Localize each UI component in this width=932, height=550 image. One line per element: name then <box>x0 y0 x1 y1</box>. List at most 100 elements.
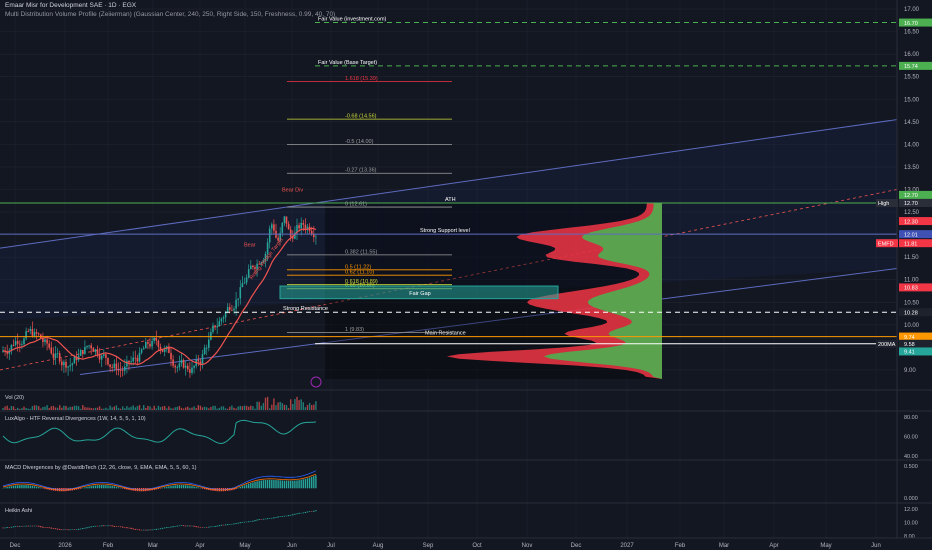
fib-label: -0.5 (14.00) <box>345 139 374 145</box>
ha-candle <box>67 529 69 531</box>
ha-candle <box>243 521 246 523</box>
volume-bar <box>54 407 57 410</box>
candle-body <box>273 224 275 231</box>
candle-body <box>306 226 309 229</box>
time-tick: Feb <box>675 543 686 549</box>
candle-body <box>216 326 218 328</box>
price-badge-prefix-text: High <box>878 201 889 207</box>
macd-bar <box>182 485 185 489</box>
volume-bar <box>197 405 199 410</box>
ha-candle <box>245 521 248 523</box>
volume-bar <box>266 396 269 410</box>
ha-candle <box>113 525 115 527</box>
candle-body <box>61 361 63 366</box>
candle-body <box>287 223 290 230</box>
volume-bar <box>50 406 52 410</box>
chart-canvas[interactable]: Fair Value (investment.com)Fair Value (B… <box>0 0 932 550</box>
macd-bar <box>109 485 111 489</box>
macd-bar <box>311 476 313 489</box>
candle-body <box>96 349 99 355</box>
volume-bar <box>80 408 82 410</box>
volume-bar <box>59 405 61 410</box>
ha-candle <box>306 511 309 513</box>
price-tick: 15.00 <box>904 97 920 103</box>
candle-body <box>285 216 288 224</box>
volume-bar <box>296 396 298 410</box>
candle-body <box>237 298 239 300</box>
candle-body <box>203 347 206 355</box>
volume-bar <box>308 403 311 410</box>
ha-candle <box>117 526 120 527</box>
volume-bar <box>56 407 59 410</box>
candle-body <box>180 360 183 364</box>
volume-bar <box>52 405 55 410</box>
volume-bar <box>145 407 147 410</box>
volume-bar <box>149 406 151 410</box>
candle-body <box>304 224 307 229</box>
candle-body <box>176 367 179 369</box>
volume-bar <box>12 406 15 410</box>
ha-candle <box>155 528 157 530</box>
macd-bar <box>243 485 246 489</box>
time-tick: Aug <box>373 543 384 549</box>
candle-body <box>21 344 23 345</box>
ha-candle <box>262 518 265 520</box>
macd-bar <box>38 487 40 489</box>
volume-bar <box>229 406 231 410</box>
volume-bar <box>311 405 313 410</box>
ha-candle <box>189 525 191 527</box>
price-badge-text: 16.70 <box>904 21 918 27</box>
candle-body <box>128 360 130 363</box>
volume-bar <box>214 405 216 410</box>
price-badge-text: 10.83 <box>904 286 918 292</box>
candle-body <box>56 353 59 355</box>
macd-bar <box>6 487 8 489</box>
bear-div-label: Bear Div <box>282 188 303 194</box>
volume-bar <box>281 403 283 410</box>
volume-bar <box>315 401 317 410</box>
ha-candle <box>17 526 19 527</box>
macd-bar <box>101 485 103 489</box>
volume-bar <box>155 408 157 410</box>
candle-body <box>142 348 145 350</box>
volume-bar <box>180 407 183 410</box>
candle-body <box>140 349 143 353</box>
ha-candle <box>27 525 29 527</box>
macd-bar <box>239 486 241 489</box>
volume-bar <box>113 406 115 410</box>
macd-bar <box>111 485 113 489</box>
ha-candle <box>130 527 132 529</box>
volume-bar <box>224 408 227 410</box>
candle-body <box>14 341 17 346</box>
price-tick: 11.00 <box>904 278 919 284</box>
volume-bar <box>256 401 258 410</box>
ha-candle <box>14 526 17 527</box>
volume-bar <box>147 405 149 410</box>
candle-body <box>109 364 111 368</box>
ha-candle <box>304 511 307 514</box>
ha-candle <box>77 528 80 530</box>
volume-bar <box>218 407 220 410</box>
volume-bar <box>285 405 288 410</box>
macd-bar <box>166 486 168 489</box>
price-tick: 13.50 <box>904 165 920 171</box>
volume-bar <box>4 406 6 410</box>
time-tick: 2027 <box>620 543 634 549</box>
time-tick: Apr <box>769 543 778 549</box>
volume-bar <box>67 407 69 410</box>
ha-candle <box>2 527 4 529</box>
ha-candle <box>241 521 244 523</box>
macd-bar <box>164 487 166 489</box>
volume-bar <box>27 408 29 410</box>
macd-bar <box>107 485 109 489</box>
volume-bar <box>208 408 210 410</box>
time-tick: Jul <box>327 543 335 549</box>
volume-bar <box>134 407 136 410</box>
volume-bar <box>61 407 63 410</box>
volume-bar <box>283 404 286 410</box>
ha-candle <box>143 529 145 531</box>
indicator-title: Multi Distribution Volume Profile (Zeiie… <box>5 11 336 18</box>
price-tick: 10.50 <box>904 300 920 306</box>
volume-bar <box>245 405 248 410</box>
ha-candle <box>86 527 88 529</box>
